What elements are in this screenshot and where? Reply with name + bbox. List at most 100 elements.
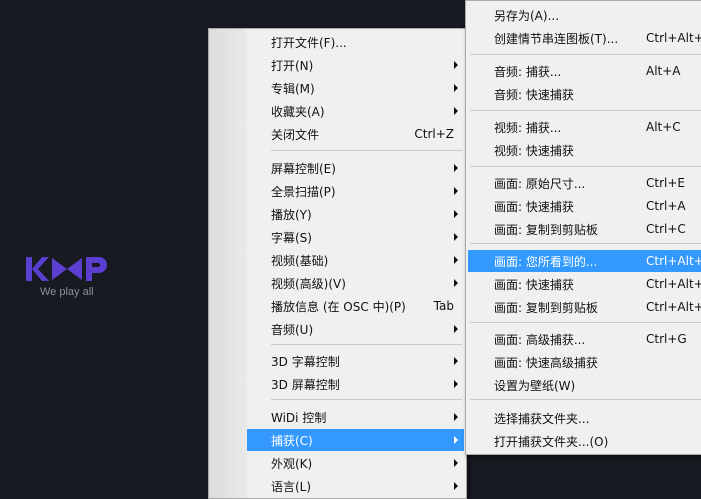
capture-submenu: 另存为(A)... 创建情节串连图板(T)... Ctrl+Alt+S 音频: 捕获.…: [465, 0, 701, 455]
submenu-separator: [470, 399, 701, 400]
menu-item-label: 3D 屏幕控制: [271, 377, 340, 392]
menu-item[interactable]: 打开(N): [247, 54, 464, 76]
submenu-item-shortcut: Alt+A: [646, 64, 681, 78]
menu-item[interactable]: 字幕(S): [247, 226, 464, 248]
submenu-item-label: 选择捕获文件夹...: [494, 411, 590, 426]
menu-item-label: 屏幕控制(E): [271, 161, 336, 176]
submenu-item[interactable]: 音频: 捕获... Alt+A: [468, 60, 701, 82]
menu-item-label: 捕获(C): [271, 433, 313, 448]
submenu-item-label: 画面: 快速捕获: [494, 277, 574, 292]
submenu-separator: [470, 322, 701, 323]
submenu-item[interactable]: 视频: 快速捕获: [468, 139, 701, 161]
submenu-item-label: 打开捕获文件夹...(O): [494, 434, 609, 449]
submenu-item-shortcut: Ctrl+C: [646, 222, 686, 236]
submenu-item[interactable]: 打开捕获文件夹...(O): [468, 430, 701, 452]
menu-item-label: 外观(K): [271, 456, 313, 471]
kmp-logo-mark: [24, 254, 114, 284]
submenu-item-shortcut: Ctrl+Alt+C: [646, 300, 701, 314]
submenu-item[interactable]: 设置为壁纸(W): [468, 374, 701, 396]
menu-item-shortcut: Tab: [433, 299, 454, 313]
submenu-item[interactable]: 画面: 快速高级捕获: [468, 351, 701, 373]
submenu-item-label: 画面: 快速高级捕获: [494, 355, 598, 370]
menu-item[interactable]: 专辑(M): [247, 77, 464, 99]
submenu-arrow-icon: [454, 413, 458, 421]
menu-item[interactable]: 音频(U): [247, 318, 464, 340]
menu-item[interactable]: 播放信息 (在 OSC 中)(P) Tab: [247, 295, 464, 317]
menu-item[interactable]: 视频(高级)(V): [247, 272, 464, 294]
submenu-item[interactable]: 画面: 高级捕获... Ctrl+G: [468, 328, 701, 350]
menu-item[interactable]: 语言(L): [247, 475, 464, 497]
menu-item[interactable]: 视频(基础): [247, 249, 464, 271]
menu-item-label: 视频(高级)(V): [271, 276, 346, 291]
submenu-arrow-icon: [454, 61, 458, 69]
submenu-item[interactable]: 音频: 快速捕获: [468, 83, 701, 105]
submenu-item-label: 设置为壁纸(W): [494, 378, 576, 393]
submenu-item-label: 画面: 复制到剪贴板: [494, 300, 598, 315]
menu-item-label: 收藏夹(A): [271, 104, 325, 119]
submenu-item-label: 画面: 复制到剪贴板: [494, 222, 598, 237]
submenu-item-label: 创建情节串连图板(T)...: [494, 31, 619, 46]
submenu-item-shortcut: Ctrl+E: [646, 176, 685, 190]
submenu-arrow-icon: [454, 436, 458, 444]
submenu-item-shortcut: Ctrl+G: [646, 332, 687, 346]
submenu-item-shortcut: Alt+C: [646, 120, 681, 134]
menu-separator: [271, 344, 462, 345]
submenu-item-label: 画面: 您所看到的...: [494, 254, 598, 269]
menu-item-label: 专辑(M): [271, 81, 315, 96]
submenu-item[interactable]: 画面: 快速捕获 Ctrl+Alt+A: [468, 273, 701, 295]
submenu-item[interactable]: 画面: 原始尺寸... Ctrl+E: [468, 172, 701, 194]
submenu-arrow-icon: [454, 357, 458, 365]
menu-item[interactable]: 收藏夹(A): [247, 100, 464, 122]
menu-item[interactable]: WiDi 控制: [247, 406, 464, 428]
menu-item-label: 3D 字幕控制: [271, 354, 340, 369]
menu-item-label: 关闭文件: [271, 127, 320, 142]
submenu-item-label: 画面: 原始尺寸...: [494, 176, 586, 191]
menu-item-label: 打开(N): [271, 58, 314, 73]
menu-item-label: 视频(基础): [271, 253, 329, 268]
submenu-separator: [470, 166, 701, 167]
menu-item[interactable]: 播放(Y): [247, 203, 464, 225]
submenu-item[interactable]: 画面: 您所看到的... Ctrl+Alt+E: [468, 250, 701, 272]
submenu-arrow-icon: [454, 107, 458, 115]
submenu-arrow-icon: [454, 380, 458, 388]
submenu-item[interactable]: 画面: 复制到剪贴板 Ctrl+Alt+C: [468, 296, 701, 318]
submenu-separator: [470, 54, 701, 55]
menu-item-label: 语言(L): [271, 479, 312, 494]
menu-item[interactable]: 捕获(C): [247, 429, 464, 451]
menu-item[interactable]: 关闭文件 Ctrl+Z: [247, 123, 464, 145]
submenu-item-label: 音频: 捕获...: [494, 64, 562, 79]
submenu-item[interactable]: 视频: 捕获... Alt+C: [468, 116, 701, 138]
submenu-item[interactable]: 画面: 快速捕获 Ctrl+A: [468, 195, 701, 217]
submenu-arrow-icon: [454, 187, 458, 195]
menu-item-label: 播放信息 (在 OSC 中)(P): [271, 299, 406, 314]
submenu-item-label: 音频: 快速捕获: [494, 87, 574, 102]
submenu-separator: [470, 243, 701, 244]
submenu-arrow-icon: [454, 279, 458, 287]
submenu-item-label: 画面: 高级捕获...: [494, 332, 586, 347]
menu-item[interactable]: 屏幕控制(E): [247, 157, 464, 179]
submenu-item-shortcut: Ctrl+Alt+E: [646, 254, 701, 268]
menu-item[interactable]: 外观(K): [247, 452, 464, 474]
menu-item[interactable]: 3D 屏幕控制: [247, 373, 464, 395]
submenu-arrow-icon: [454, 233, 458, 241]
menu-item-label: 字幕(S): [271, 230, 312, 245]
submenu-item[interactable]: 画面: 复制到剪贴板 Ctrl+C: [468, 218, 701, 240]
menu-separator: [271, 399, 462, 400]
menu-item-label: WiDi 控制: [271, 410, 327, 425]
submenu-item-label: 视频: 快速捕获: [494, 143, 574, 158]
submenu-arrow-icon: [454, 164, 458, 172]
submenu-item[interactable]: 创建情节串连图板(T)... Ctrl+Alt+S: [468, 27, 701, 49]
submenu-item[interactable]: 另存为(A)...: [468, 4, 701, 26]
menu-item[interactable]: 打开文件(F)...: [247, 31, 464, 53]
submenu-item-shortcut: Ctrl+Alt+A: [646, 277, 701, 291]
submenu-arrow-icon: [454, 459, 458, 467]
menu-item-label: 音频(U): [271, 322, 314, 337]
menu-item-shortcut: Ctrl+Z: [414, 127, 454, 141]
submenu-item-shortcut: Ctrl+Alt+S: [646, 31, 701, 45]
submenu-separator: [470, 110, 701, 111]
menu-item[interactable]: 3D 字幕控制: [247, 350, 464, 372]
kmp-logo: We play all: [24, 254, 114, 298]
menu-item[interactable]: 全景扫描(P): [247, 180, 464, 202]
submenu-item-label: 视频: 捕获...: [494, 120, 562, 135]
submenu-item[interactable]: 选择捕获文件夹...: [468, 407, 701, 429]
